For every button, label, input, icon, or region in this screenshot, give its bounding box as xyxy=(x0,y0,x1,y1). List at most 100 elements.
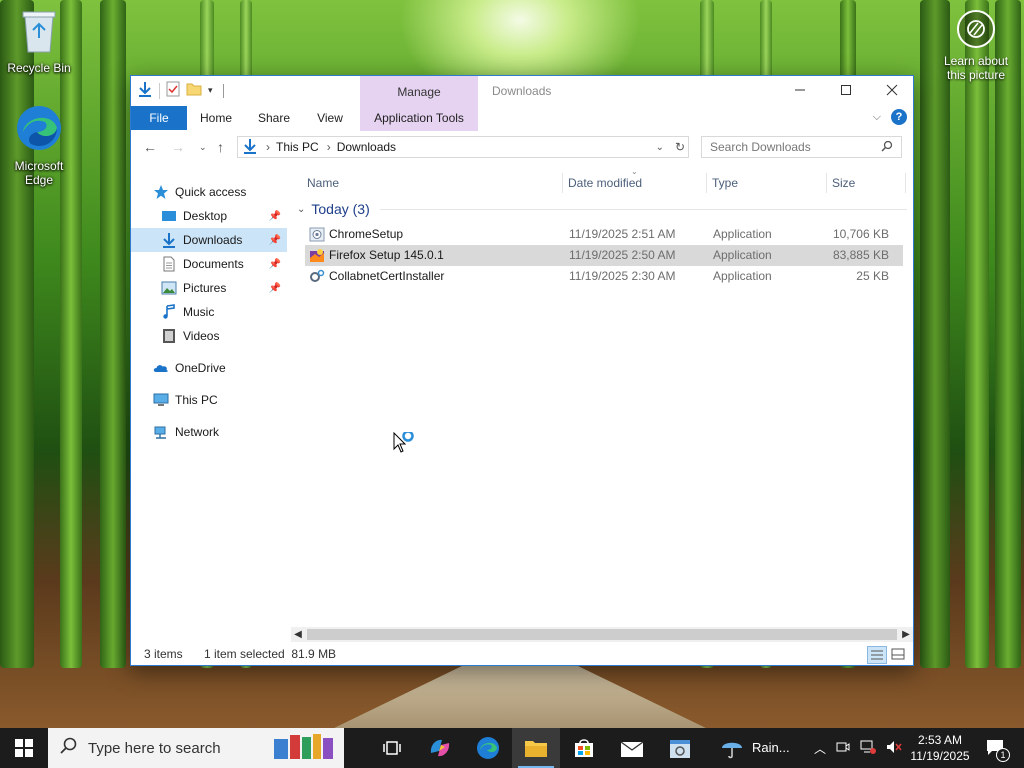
learn-about-picture[interactable]: Learn about this picture xyxy=(940,10,1012,82)
file-date: 11/19/2025 2:50 AM xyxy=(569,248,676,262)
edge-taskbar-button[interactable] xyxy=(464,728,512,768)
expand-ribbon-icon[interactable]: ⌵ xyxy=(873,111,881,124)
tab-share[interactable]: Share xyxy=(251,106,297,130)
file-type: Application xyxy=(713,227,772,241)
minimize-button[interactable] xyxy=(777,76,823,104)
forward-arrow-icon[interactable]: → xyxy=(171,139,185,155)
store-taskbar-button[interactable] xyxy=(560,728,608,768)
recent-locations-icon[interactable]: ⌄ xyxy=(199,142,207,153)
download-arrow-icon[interactable] xyxy=(137,81,153,100)
refresh-icon: ↻ xyxy=(674,140,686,154)
file-name: CollabnetCertInstaller xyxy=(329,269,445,283)
desktop-folder-icon xyxy=(161,208,177,224)
ribbon-right-controls: ⌵ ? xyxy=(873,109,907,125)
new-folder-icon[interactable] xyxy=(186,82,202,99)
breadcrumb-chevron-icon[interactable]: › xyxy=(327,140,331,154)
downloads-location-icon xyxy=(242,138,258,157)
weather-widget-button[interactable] xyxy=(712,728,752,768)
address-dropdown-icon[interactable]: ⌄ xyxy=(656,142,664,153)
search-input[interactable]: Search Downloads xyxy=(710,140,811,154)
pin-icon[interactable]: 📌 xyxy=(269,235,281,246)
file-row-chromesetup[interactable]: ChromeSetup 11/19/2025 2:51 AM Applicati… xyxy=(305,224,903,245)
help-icon[interactable]: ? xyxy=(891,109,907,125)
camera-icon xyxy=(957,10,995,48)
search-box[interactable]: Search Downloads xyxy=(701,136,902,158)
scroll-right-icon[interactable]: ▶ xyxy=(899,627,913,642)
column-header-name[interactable]: Name xyxy=(307,171,339,195)
search-icon xyxy=(881,140,893,155)
manage-label: Manage xyxy=(397,85,441,99)
network-status-icon[interactable] xyxy=(860,740,877,757)
up-arrow-icon[interactable]: ↑ xyxy=(217,139,224,155)
app-taskbar-button[interactable] xyxy=(656,728,704,768)
mail-taskbar-button[interactable] xyxy=(608,728,656,768)
pin-icon[interactable]: 📌 xyxy=(269,283,281,294)
taskbar-search-placeholder: Type here to search xyxy=(88,739,221,757)
breadcrumb-this-pc[interactable]: This PC xyxy=(276,140,319,154)
file-explorer-window: ▾ Manage Downloads File Home Share View … xyxy=(130,75,914,666)
tab-application-tools[interactable]: Application Tools xyxy=(360,106,478,130)
meet-now-icon[interactable] xyxy=(836,740,850,757)
file-type: Application xyxy=(713,248,772,262)
desktop-icon-recycle-bin[interactable]: Recycle Bin xyxy=(0,8,78,75)
weather-text[interactable]: Rain... xyxy=(752,740,790,755)
nav-onedrive[interactable]: OneDrive xyxy=(131,356,287,380)
nav-network[interactable]: Network xyxy=(131,420,287,444)
nav-documents[interactable]: Documents 📌 xyxy=(131,252,287,276)
installer-app-icon xyxy=(670,740,690,758)
pin-icon[interactable]: 📌 xyxy=(269,211,281,222)
scrollbar-thumb[interactable] xyxy=(307,629,897,640)
nav-music[interactable]: Music xyxy=(131,300,287,324)
back-arrow-icon[interactable]: ← xyxy=(143,139,157,155)
nav-videos[interactable]: Videos xyxy=(131,324,287,348)
desktop-icon-edge[interactable]: Microsoft Edge xyxy=(0,104,78,187)
nav-quick-access[interactable]: Quick access xyxy=(131,180,287,204)
nav-downloads[interactable]: Downloads 📌 xyxy=(131,228,287,252)
clock[interactable]: 2:53 AM 11/19/2025 xyxy=(905,732,975,764)
properties-icon[interactable] xyxy=(166,81,180,100)
status-item-count: 3 items xyxy=(144,647,183,661)
file-explorer-taskbar-button[interactable] xyxy=(512,728,560,768)
file-row-collabnet-installer[interactable]: CollabnetCertInstaller 11/19/2025 2:30 A… xyxy=(305,266,903,287)
store-icon xyxy=(575,739,593,757)
task-view-button[interactable] xyxy=(368,728,416,768)
copilot-button[interactable] xyxy=(416,728,464,768)
tab-view[interactable]: View xyxy=(307,106,353,130)
taskbar-search-box[interactable]: Type here to search xyxy=(48,728,344,768)
quick-access-toolbar: ▾ xyxy=(137,81,224,100)
customize-qat-icon[interactable]: ▾ xyxy=(208,85,213,96)
chevron-up-icon[interactable]: ︿ xyxy=(814,740,826,757)
breadcrumb-chevron-icon[interactable]: › xyxy=(266,140,270,154)
file-name: ChromeSetup xyxy=(329,227,404,241)
ribbon-tabs: File Home Share View Application Tools xyxy=(131,106,913,130)
scroll-left-icon[interactable]: ◀ xyxy=(291,627,305,642)
pin-icon[interactable]: 📌 xyxy=(269,259,281,270)
file-row-firefox-setup[interactable]: Firefox Setup 145.0.1 11/19/2025 2:50 AM… xyxy=(305,245,903,266)
tab-file[interactable]: File xyxy=(131,106,187,130)
refresh-button[interactable]: ↻ xyxy=(671,136,689,158)
column-header-size[interactable]: Size xyxy=(832,171,855,195)
nav-label: Videos xyxy=(183,329,220,343)
details-view-button[interactable] xyxy=(867,646,887,664)
mail-icon xyxy=(620,741,644,757)
start-button[interactable] xyxy=(0,728,48,768)
nav-this-pc[interactable]: This PC xyxy=(131,388,287,412)
nav-desktop[interactable]: Desktop 📌 xyxy=(131,204,287,228)
notification-center-button[interactable]: 1 xyxy=(978,728,1014,768)
volume-muted-icon[interactable] xyxy=(886,740,902,757)
column-header-date-modified[interactable]: Date modified xyxy=(568,171,642,195)
address-bar[interactable]: › This PC › Downloads ⌄ xyxy=(237,136,689,158)
maximize-button[interactable] xyxy=(823,76,869,104)
file-date: 11/19/2025 2:30 AM xyxy=(569,269,676,283)
column-header-type[interactable]: Type xyxy=(712,171,738,195)
videos-icon xyxy=(161,328,177,344)
close-button[interactable] xyxy=(869,76,915,104)
group-header-today[interactable]: ⌄ Today (3) xyxy=(297,199,907,219)
tab-home[interactable]: Home xyxy=(193,106,239,130)
horizontal-scrollbar[interactable]: ◀ ▶ xyxy=(291,627,913,642)
large-icons-view-button[interactable] xyxy=(889,646,909,664)
breadcrumb-downloads[interactable]: Downloads xyxy=(337,140,396,154)
nav-pictures[interactable]: Pictures 📌 xyxy=(131,276,287,300)
gear-installer-icon xyxy=(309,269,325,284)
file-name: Firefox Setup 145.0.1 xyxy=(329,248,444,262)
